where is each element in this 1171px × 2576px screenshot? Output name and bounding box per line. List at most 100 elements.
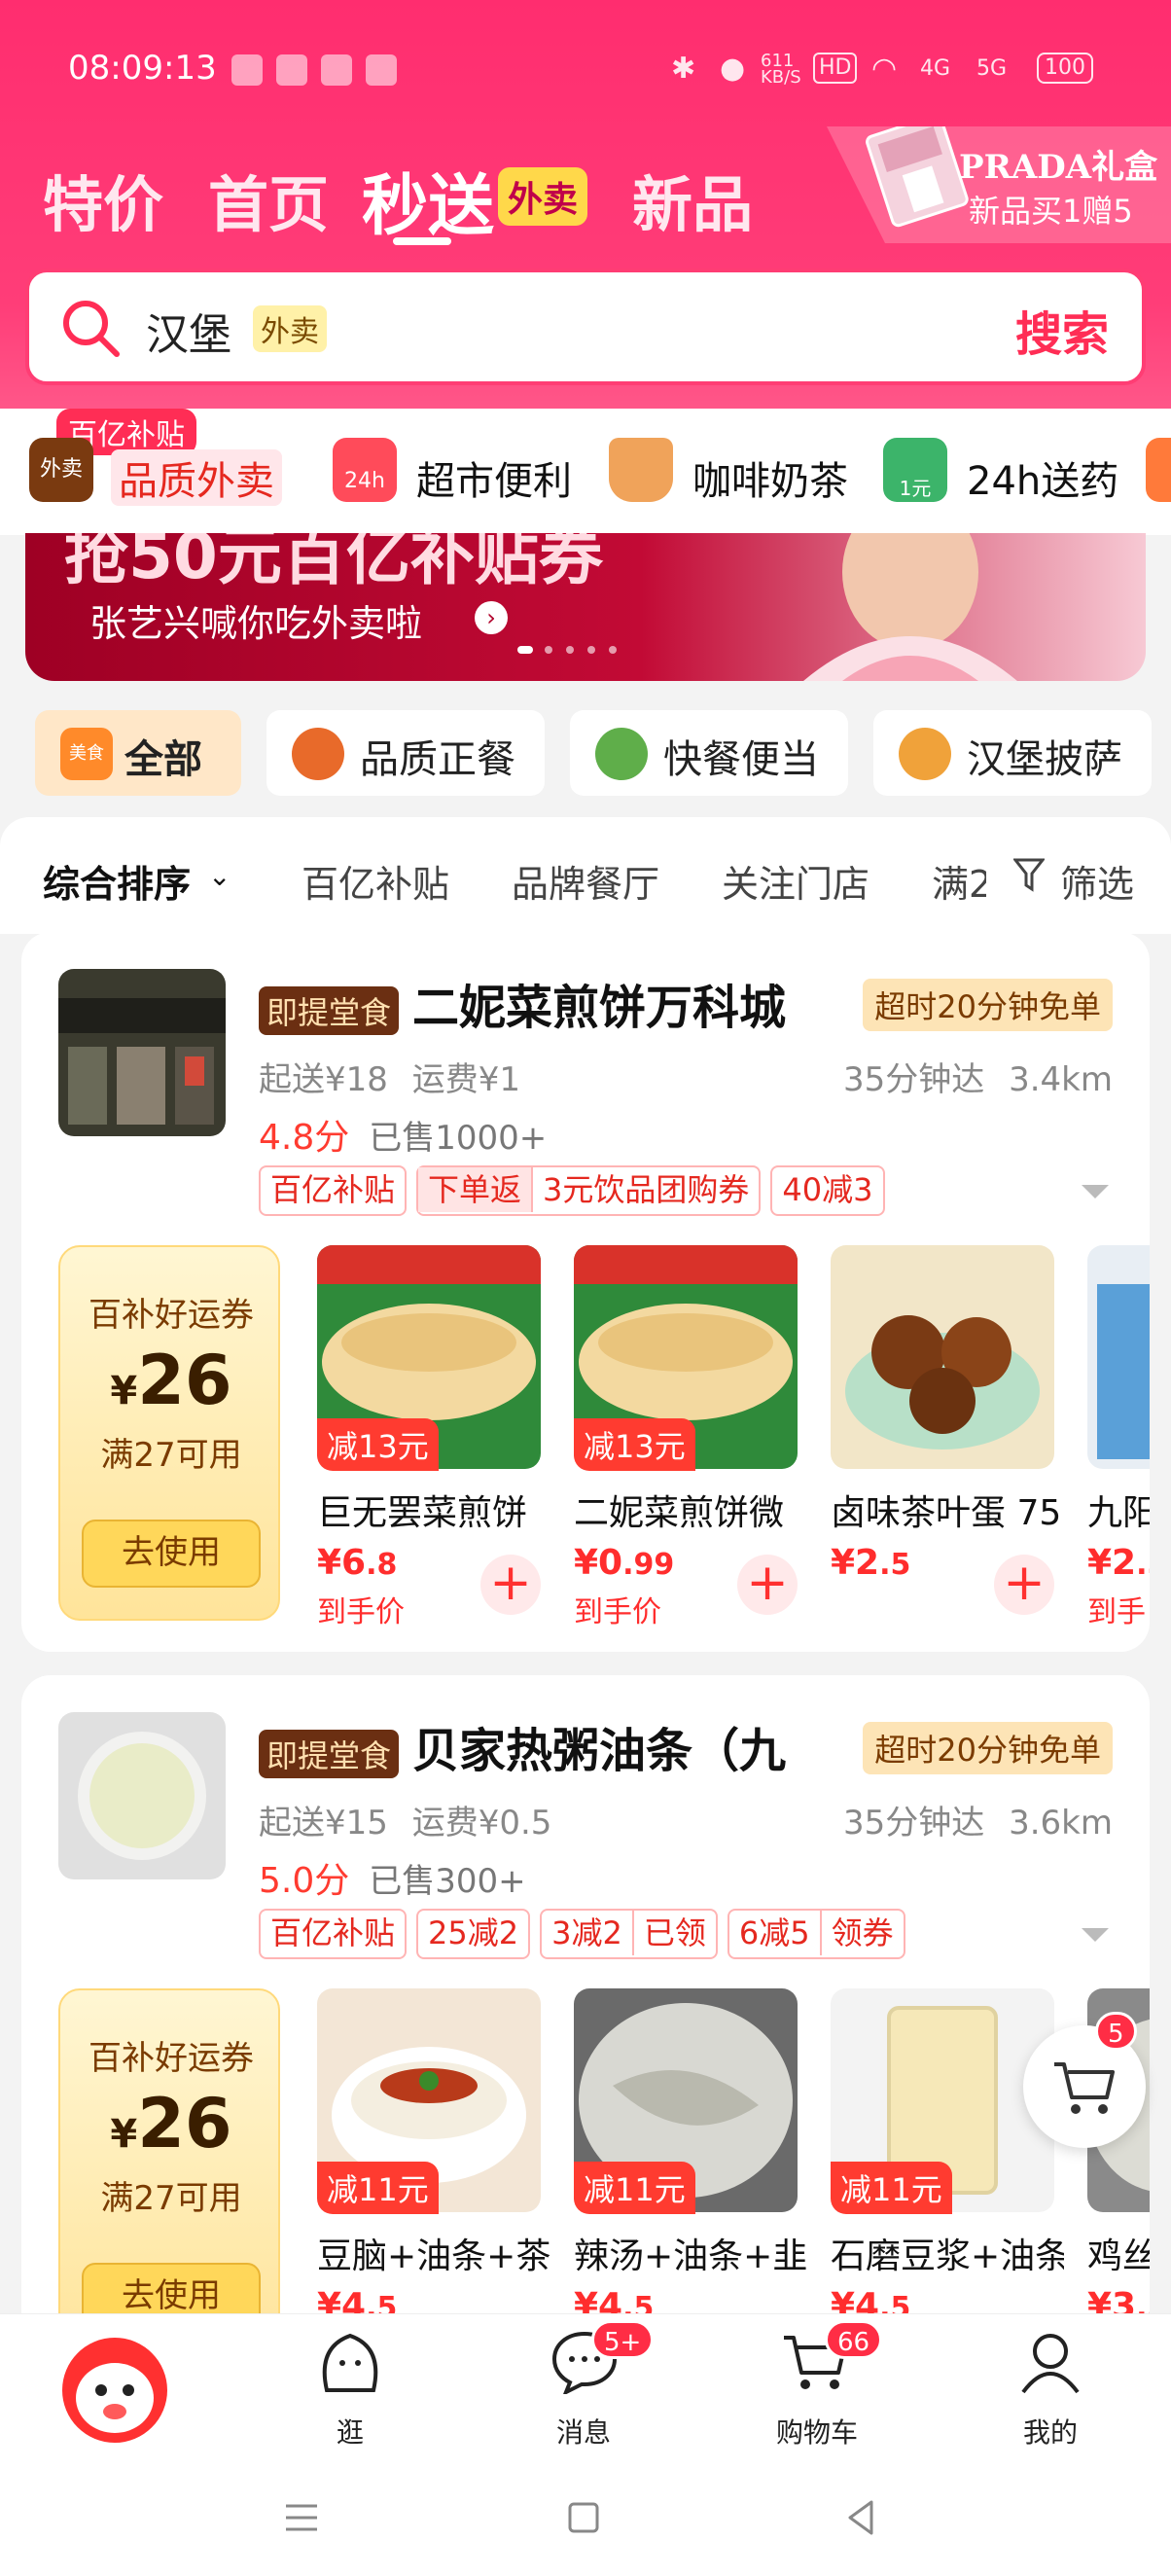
store-delivery-info: 起送¥15 运费¥0.5	[259, 1796, 551, 1843]
sort-followed[interactable]: 关注门店	[722, 854, 869, 908]
tab-tejia[interactable]: 特价	[43, 156, 163, 243]
product-name: 九阳	[1087, 1493, 1150, 1533]
banner-dot	[609, 646, 617, 654]
takeout-tag: 外卖	[498, 167, 588, 226]
min-order: 起送¥18	[259, 1060, 388, 1099]
status-time: 08:09:13	[68, 49, 217, 88]
search-query-tag: 外卖	[253, 305, 327, 352]
back-triangle-icon[interactable]	[842, 2498, 881, 2537]
product-item[interactable]: 减11元 辣汤+油条+韭 ¥4.5	[574, 1988, 807, 2356]
prada-promo[interactable]: PRADA礼盒 新品买1赠5	[827, 126, 1171, 243]
search-bar[interactable]: 汉堡 外卖 搜索	[25, 268, 1146, 385]
price-decimal: .8	[366, 1548, 398, 1582]
product-item[interactable]: 九阳 ¥2.5 到手	[1087, 1245, 1150, 1634]
coupon-card[interactable]: 百补好运券 ¥26 满27可用 去使用	[58, 1245, 280, 1621]
battery-icon: 100	[1037, 53, 1093, 84]
claim-coupon-link[interactable]: 领券	[822, 1911, 904, 1955]
coupon-condition: 满27可用	[100, 1436, 242, 1475]
category-burger-pizza[interactable]: 汉堡披萨	[873, 710, 1152, 796]
store-photo	[58, 969, 226, 1136]
use-coupon-button[interactable]: 去使用	[82, 1520, 261, 1588]
add-to-cart-button[interactable]: +	[480, 1555, 541, 1615]
promo-tag: 6减5	[729, 1911, 822, 1955]
medicine-icon: 1元	[883, 438, 947, 502]
category-quality-meal[interactable]: 品质正餐	[266, 710, 545, 796]
quick-entries: 百亿补贴 外卖 品质外卖 24h 超市便利 咖啡奶茶 1元 24h送药	[0, 409, 1171, 535]
burger-icon	[899, 728, 951, 780]
sort-bar: 综合排序 ⌄ 百亿补贴 品牌餐厅 关注门店 满2 筛选	[0, 817, 1171, 934]
browse-icon	[322, 2333, 378, 2392]
category-label: 品质正餐	[360, 737, 515, 782]
location-icon: ●	[720, 52, 746, 86]
product-price: ¥2.5	[1087, 1543, 1150, 1583]
tab-new[interactable]: 新品	[632, 156, 753, 243]
product-name: 二妮菜煎饼微	[574, 1493, 785, 1533]
menu-icon[interactable]	[282, 2498, 321, 2537]
filter-button[interactable]: 筛选	[1060, 854, 1134, 908]
search-query[interactable]: 汉堡	[146, 300, 231, 362]
messages-badge: 5+	[591, 2320, 655, 2359]
home-square-icon[interactable]	[564, 2498, 603, 2537]
tab-label: 我的	[1022, 2416, 1078, 2449]
product-image	[1087, 1245, 1150, 1469]
sort-full-discount[interactable]: 满2	[932, 854, 986, 908]
tab-miaosong[interactable]: 秒送	[362, 152, 494, 248]
coupon-symbol: ¥	[110, 1369, 138, 1413]
search-button[interactable]: 搜索	[1015, 296, 1109, 364]
expand-tags-icon[interactable]	[1082, 1928, 1109, 1942]
promo-tag: 40减3	[770, 1165, 885, 1216]
promo-tag: 下单返	[418, 1167, 534, 1212]
quick-item-partial-icon[interactable]	[1146, 438, 1171, 502]
chevron-down-icon: ⌄	[208, 860, 231, 892]
price-int: ¥0	[574, 1543, 623, 1583]
product-item[interactable]: 减11元 石磨豆浆+油条 ¥4.5	[831, 1988, 1064, 2356]
price-note: 到手	[1087, 1595, 1146, 1629]
store-card[interactable]: 即提堂食 贝家热粥油条（九 超时20分钟免单 起送¥15 运费¥0.5 35分钟达…	[21, 1675, 1150, 2356]
coupon-symbol: ¥	[110, 2112, 138, 2157]
coupon-card[interactable]: 百补好运券 ¥26 满27可用 去使用	[58, 1988, 280, 2356]
sort-brand[interactable]: 品牌餐厅	[512, 854, 659, 908]
add-to-cart-button[interactable]: +	[994, 1555, 1054, 1615]
add-to-cart-button[interactable]: +	[737, 1555, 798, 1615]
product-item[interactable]: 减13元 巨无罢菜煎饼 ¥6.8 到手价 +	[317, 1245, 541, 1634]
net-speed: 611 KB/S	[761, 51, 801, 88]
distance: 3.4km	[1009, 1060, 1113, 1099]
quick-item-label: 品质外卖	[111, 449, 282, 506]
tab-home[interactable]: 首页	[208, 156, 329, 243]
cart-count-badge: 5	[1095, 2012, 1137, 2051]
quick-item-medicine[interactable]: 1元 24h送药	[883, 438, 1146, 516]
sort-comprehensive[interactable]: 综合排序	[43, 854, 191, 908]
tab-label: 逛	[336, 2416, 364, 2449]
sort-subsidy[interactable]: 百亿补贴	[302, 854, 449, 908]
quick-item-quality-takeout[interactable]: 外卖 品质外卖	[29, 438, 311, 516]
discount-badge: 减13元	[317, 1418, 439, 1471]
product-item[interactable]: 减11元 豆脑+油条+茶 ¥4.5	[317, 1988, 550, 2356]
quick-item-supermarket[interactable]: 24h 超市便利	[333, 438, 595, 516]
store-card[interactable]: 即提堂食 二妮菜煎饼万科城 超时20分钟免单 起送¥18 运费¥1 35分钟达 3…	[21, 932, 1150, 1652]
product-price: ¥0.99	[574, 1543, 674, 1583]
expand-tags-icon[interactable]	[1082, 1185, 1109, 1199]
coupon-condition: 满27可用	[100, 2179, 242, 2218]
store-name-row: 即提堂食 贝家热粥油条（九	[259, 1712, 786, 1780]
price-note: 到手价	[317, 1595, 405, 1629]
product-item[interactable]: 减13元 二妮菜煎饼微 ¥0.99 到手价 +	[574, 1245, 798, 1634]
chevron-right-icon: ›	[475, 601, 508, 634]
promo-banner[interactable]: 抢50元百亿补贴券 张艺兴喊你吃外卖啦 ›	[25, 533, 1146, 681]
banner-dot-active	[517, 646, 533, 654]
store-name: 贝家热粥油条（九	[412, 1724, 787, 1778]
product-name: 鸡丝	[1087, 2236, 1150, 2276]
quick-item-coffee[interactable]: 咖啡奶茶	[609, 438, 871, 516]
category-tabs: 美食 全部 品质正餐 快餐便当 汉堡披萨	[0, 700, 1171, 798]
category-fast-food[interactable]: 快餐便当	[570, 710, 848, 796]
coffee-icon	[609, 438, 673, 502]
promo-tags: 百亿补贴 下单返 3元饮品团购券 40减3	[259, 1165, 895, 1218]
signal-4g: 4G	[920, 56, 951, 81]
discount-badge: 减11元	[574, 2162, 695, 2214]
product-item[interactable]: 卤味茶叶蛋 75 ¥2.5 +	[831, 1245, 1061, 1634]
status-bar: 08:09:13 ✱ ● 611 KB/S HD ◠ 4G 5G 100	[0, 39, 1171, 97]
category-label: 汉堡披萨	[967, 737, 1122, 782]
floating-cart-button[interactable]: 5	[1023, 2012, 1146, 2148]
bento-icon	[595, 728, 648, 780]
store-icon: 24h	[333, 438, 397, 502]
category-all[interactable]: 美食 全部	[35, 710, 241, 796]
